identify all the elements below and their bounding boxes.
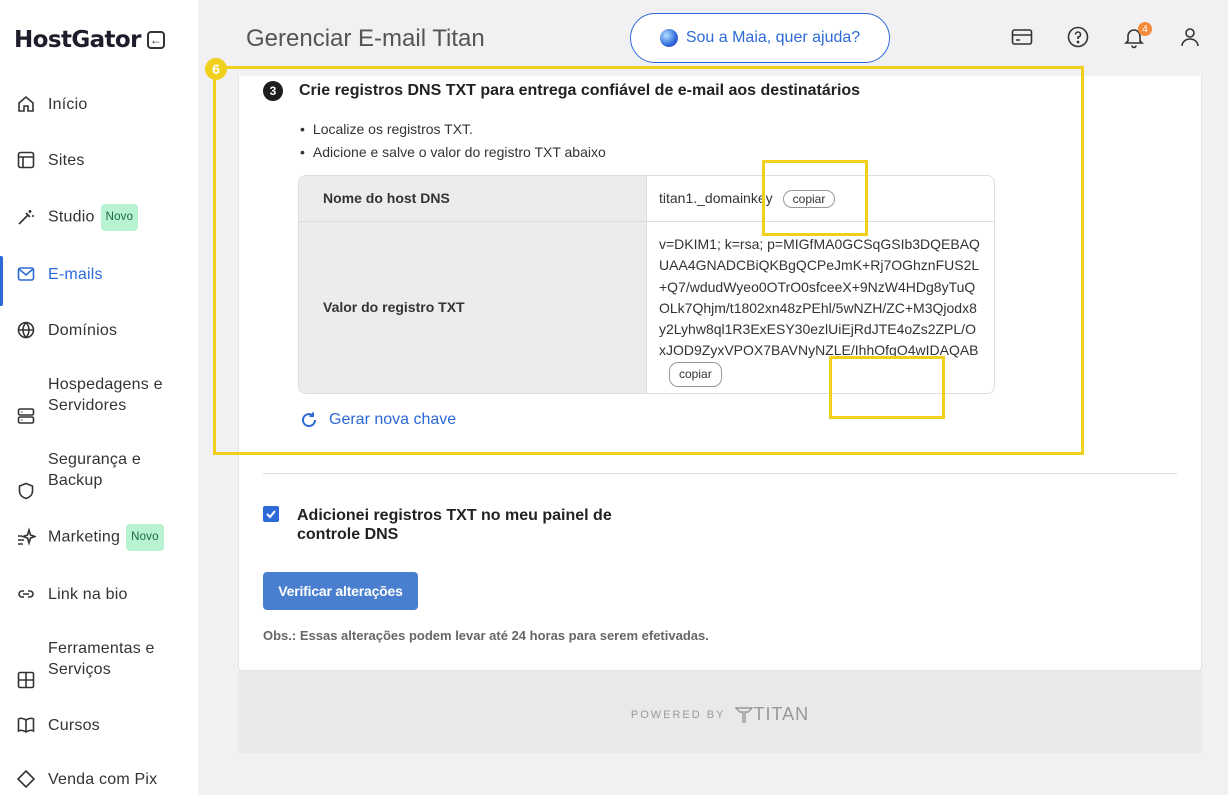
powered-by: POWERED BY TITAN	[238, 704, 1202, 725]
check-icon	[266, 510, 276, 519]
page-title: Gerenciar E-mail Titan	[246, 25, 485, 52]
section-divider	[263, 473, 1177, 474]
layout-icon	[15, 149, 37, 171]
powered-by-label: POWERED BY	[630, 708, 726, 721]
sidebar-item-label: Link na bio	[48, 585, 128, 603]
maia-help-button[interactable]: Sou a Maia, quer ajuda?	[630, 13, 890, 63]
sidebar: HostGator ← Início Sites Studio Novo E-ma…	[0, 0, 198, 795]
tools-icon	[15, 669, 37, 691]
verify-changes-button[interactable]: Verificar alterações	[263, 572, 418, 610]
checkbox-label[interactable]: Adicionei registros TXT no meu painel de…	[297, 506, 677, 544]
magic-wand-icon	[15, 206, 37, 228]
sidebar-item-label: Ferramentas e Serviços	[48, 640, 155, 678]
sparkle-icon	[15, 526, 37, 548]
highlight-box-copy-host	[762, 160, 868, 236]
server-icon	[15, 405, 37, 427]
titan-mark-icon	[735, 706, 754, 723]
notifications-bell-icon[interactable]: 4	[1122, 22, 1152, 49]
sidebar-item-label: Domínios	[48, 321, 118, 339]
maia-avatar-icon	[659, 29, 678, 47]
highlight-box-copy-txt	[829, 356, 945, 419]
book-icon	[15, 714, 37, 736]
link-icon	[15, 583, 37, 605]
help-icon[interactable]	[1066, 25, 1090, 49]
titan-brand-text: TITAN	[753, 704, 810, 724]
titan-logo: TITAN	[735, 704, 809, 725]
footer: POWERED BY TITAN	[238, 671, 1202, 753]
sidebar-item-label: Hospedagens e Servidores	[48, 376, 163, 414]
sidebar-item-label: Venda com Pix	[48, 770, 158, 788]
home-icon	[15, 93, 37, 115]
sidebar-item-label: Studio Novo	[48, 203, 139, 231]
sidebar-item-label: Cursos	[48, 716, 100, 734]
globe-icon	[15, 319, 37, 341]
pix-icon	[15, 768, 37, 790]
highlight-box-section	[213, 66, 1084, 455]
propagation-note: Obs.: Essas alterações podem levar até 2…	[263, 628, 709, 643]
sidebar-item-label: Sites	[48, 151, 85, 169]
user-account-icon[interactable]	[1178, 25, 1202, 49]
sidebar-item-label: Início	[48, 95, 88, 113]
sidebar-item-label: E-mails	[48, 265, 103, 283]
new-badge: Novo	[100, 203, 139, 231]
annotation-number-badge: 6	[205, 58, 227, 80]
logo-text: HostGator	[14, 27, 141, 53]
hostgator-logo[interactable]: HostGator ←	[14, 27, 165, 53]
top-header: Gerenciar E-mail Titan Sou a Maia, quer …	[198, 0, 1228, 76]
txt-records-added-checkbox[interactable]	[263, 506, 279, 522]
maia-help-label: Sou a Maia, quer ajuda?	[685, 29, 861, 46]
notification-count-badge: 4	[1138, 22, 1152, 36]
mail-icon	[15, 263, 37, 285]
new-badge: Novo	[126, 523, 164, 551]
shield-icon	[15, 480, 37, 502]
collapse-sidebar-icon[interactable]: ←	[146, 31, 165, 49]
sidebar-item-label: Segurança e Backup	[48, 451, 141, 489]
sidebar-item-label: Marketing Novo	[48, 523, 164, 551]
billing-card-icon[interactable]	[1010, 25, 1034, 49]
